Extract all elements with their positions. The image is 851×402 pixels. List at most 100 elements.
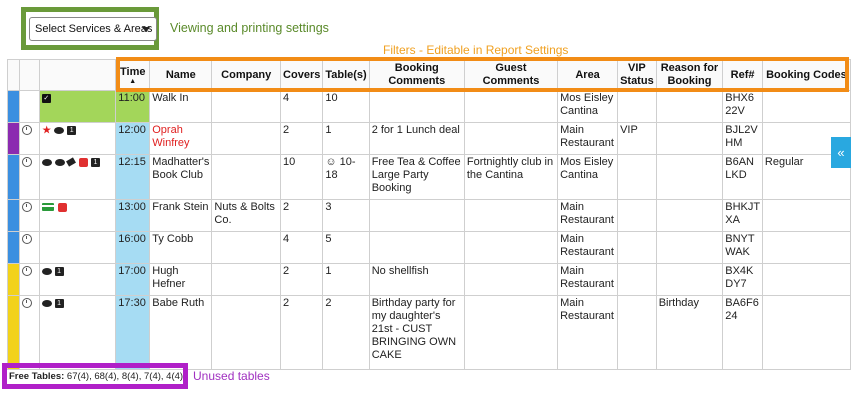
vip-cell	[617, 263, 657, 296]
guest-comments-cell	[463, 295, 559, 370]
guest-comments-cell	[463, 199, 559, 232]
booking-comments-cell: 2 for 1 Lunch deal	[368, 122, 465, 155]
icons-cell	[38, 199, 117, 232]
filters-note: Filters - Editable in Report Settings	[383, 43, 569, 57]
note-icon: 1	[54, 298, 64, 308]
table-row[interactable]: 1 12:15 Madhatter's Book Club 10 ☺ 10-18 Free…	[7, 154, 851, 200]
table-row[interactable]: 1 17:30 Babe Ruth 2 2 Birthday party for my d…	[7, 295, 851, 370]
company-cell	[211, 90, 282, 123]
star-icon: ★	[41, 124, 52, 137]
note-icon: 1	[54, 266, 64, 276]
status-cell	[18, 263, 40, 296]
ref-cell: BNYT WAK	[722, 231, 763, 264]
name-cell[interactable]: Oprah Winfrey	[149, 122, 213, 155]
header-covers[interactable]: Covers	[280, 59, 324, 91]
guest-comments-cell	[463, 90, 559, 123]
status-color-bar	[7, 90, 20, 123]
covers-cell: 2	[280, 295, 324, 370]
header-reason[interactable]: Reason for Booking	[655, 59, 724, 91]
tables-cell: 1	[322, 122, 370, 155]
time-cell: 16:00	[115, 231, 151, 264]
icons-cell	[38, 231, 117, 264]
header-bar	[7, 59, 20, 91]
ref-cell: BA6F6 24	[722, 295, 763, 370]
header-booking-comments[interactable]: Booking Comments	[368, 59, 465, 91]
status-color-bar	[7, 231, 20, 264]
ref-cell: BHX6 22V	[722, 90, 763, 123]
status-color-bar	[7, 263, 20, 296]
area-cell: Main Restaurant	[557, 122, 619, 155]
table-row[interactable]: 1 17:00 Hugh Hefner 2 1 No shellfish Main Rest…	[7, 263, 851, 296]
guest-comments-cell	[463, 122, 559, 155]
collapse-panel-icon[interactable]: «	[831, 137, 851, 168]
comment-icon	[41, 267, 52, 275]
status-cell	[18, 295, 40, 370]
credit-card-icon	[41, 203, 54, 212]
comment-icon	[54, 158, 65, 166]
vip-cell	[617, 199, 657, 232]
tag-icon	[66, 157, 77, 167]
name-cell[interactable]: Hugh Hefner	[149, 263, 213, 296]
name-cell[interactable]: Babe Ruth	[149, 295, 213, 370]
select-services-areas-button[interactable]: Select Services & Areas	[29, 17, 157, 41]
area-cell: Main Restaurant	[557, 295, 619, 370]
header-name[interactable]: Name	[149, 59, 213, 91]
header-vip-status[interactable]: VIP Status	[617, 59, 657, 91]
clock-icon	[21, 266, 32, 277]
clock-icon	[21, 125, 32, 136]
booking-codes-cell	[761, 295, 851, 370]
covers-cell: 10	[280, 154, 324, 200]
table-row[interactable]: ★ 1 12:00 Oprah Winfrey 2 1 2 for 1 Lunch dea…	[7, 122, 851, 155]
header-company[interactable]: Company	[211, 59, 282, 91]
select-services-label: Select Services & Areas	[35, 23, 153, 35]
company-cell	[211, 122, 282, 155]
clock-icon	[21, 234, 32, 245]
reservations-table: Time ▲ Name Company Covers Table(s) Booki…	[7, 59, 851, 370]
header-area[interactable]: Area	[557, 59, 619, 91]
company-cell	[211, 154, 282, 200]
header-tables[interactable]: Table(s)	[322, 59, 370, 91]
table-row[interactable]: ✓ 11:00 Walk In 4 10 Mos Eisley Cantina BHX6 2…	[7, 90, 851, 123]
booking-codes-cell	[761, 199, 851, 232]
booking-codes-cell	[761, 263, 851, 296]
area-cell: Mos Eisley Cantina	[557, 90, 619, 123]
header-guest-comments[interactable]: Guest Comments	[463, 59, 559, 91]
booking-comments-cell	[368, 231, 465, 264]
chat-icon	[41, 158, 52, 166]
reason-cell	[655, 199, 724, 232]
header-status	[18, 59, 40, 91]
table-header-row: Time ▲ Name Company Covers Table(s) Booki…	[7, 59, 851, 91]
header-ref[interactable]: Ref#	[722, 59, 763, 91]
guest-comments-cell	[463, 231, 559, 264]
reason-cell	[655, 90, 724, 123]
ref-cell: BX4K DY7	[722, 263, 763, 296]
clock-icon	[21, 157, 32, 168]
free-tables-value: 67(4), 68(4), 8(4), 7(4), 4(4)	[66, 371, 184, 382]
time-cell: 12:15	[115, 154, 151, 200]
header-booking-codes[interactable]: Booking Codes	[761, 59, 851, 91]
reason-cell	[655, 122, 724, 155]
covers-cell: 4	[280, 90, 324, 123]
table-row[interactable]: 16:00 Ty Cobb 4 5 Main Restaurant BNYT WAK	[7, 231, 851, 264]
icons-cell: 1	[38, 154, 117, 200]
booking-comments-cell: No shellfish	[368, 263, 465, 296]
tables-cell: ☺ 10-18	[322, 154, 370, 200]
header-time[interactable]: Time ▲	[115, 59, 151, 91]
name-cell[interactable]: Ty Cobb	[149, 231, 213, 264]
table-row[interactable]: 13:00 Frank Stein Nuts & Bolts Co. 2 3 Main R…	[7, 199, 851, 232]
status-cell	[18, 154, 40, 200]
covers-cell: 4	[280, 231, 324, 264]
company-cell: Nuts & Bolts Co.	[211, 199, 282, 232]
time-cell: 17:30	[115, 295, 151, 370]
company-cell	[211, 263, 282, 296]
time-cell: 17:00	[115, 263, 151, 296]
free-tables-label: Free Tables:	[9, 371, 65, 382]
name-cell[interactable]: Frank Stein	[149, 199, 213, 232]
name-cell[interactable]: Madhatter's Book Club	[149, 154, 213, 200]
status-color-bar	[7, 199, 20, 232]
note-icon: 1	[90, 157, 100, 167]
free-tables: Free Tables: 67(4), 68(4), 8(4), 7(4), 4…	[9, 371, 183, 382]
unused-tables-note: Unused tables	[193, 369, 270, 383]
name-cell[interactable]: Walk In	[149, 90, 213, 123]
checkbox-icon[interactable]: ✓	[41, 93, 51, 103]
